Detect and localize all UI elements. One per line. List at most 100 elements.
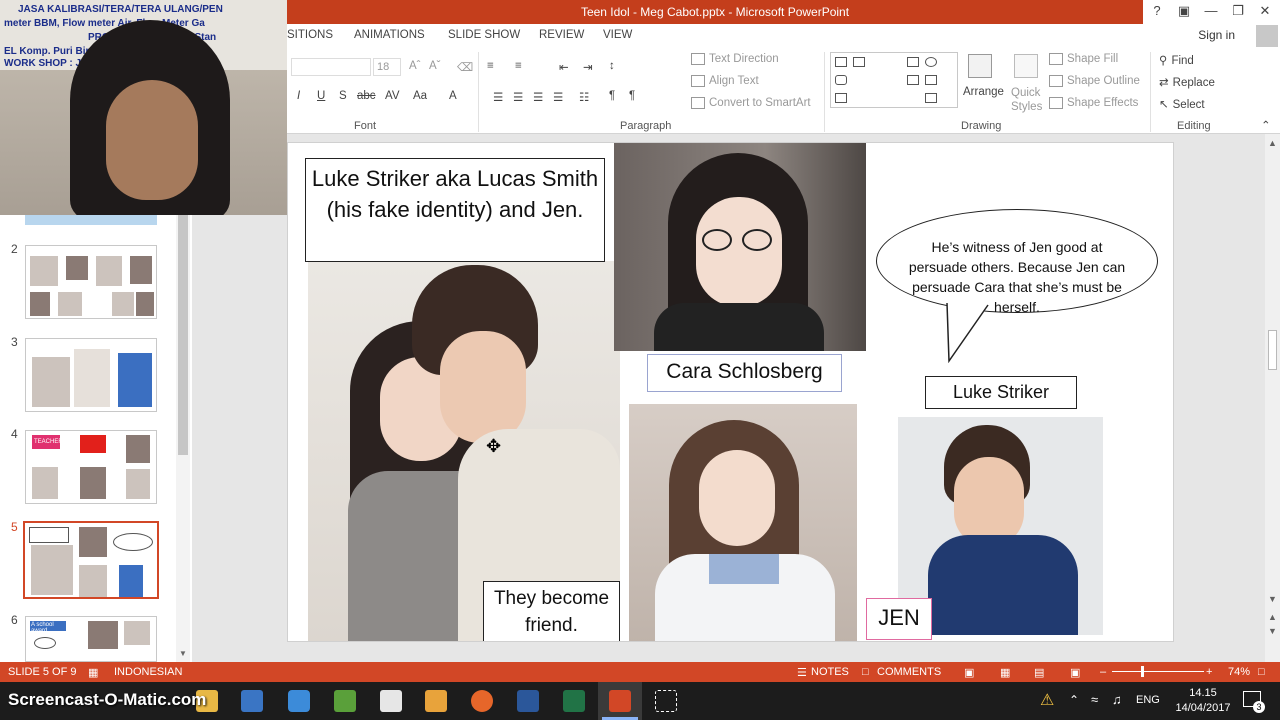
font-size-field[interactable]: 18 <box>373 58 401 76</box>
rectangle-shape-icon[interactable] <box>907 57 919 67</box>
slide-scrollbar[interactable]: ▲ ▼ ▲ ▼ <box>1265 134 1280 662</box>
tab-animations[interactable]: ANIMATIONS <box>354 29 425 41</box>
convert-smartart-button[interactable]: Convert to SmartArt <box>691 97 811 109</box>
cara-label[interactable]: Cara Schlosberg <box>647 354 842 392</box>
align-center-icon[interactable]: ☰ <box>513 90 523 104</box>
minimize-button[interactable]: — <box>1199 3 1223 18</box>
font-name-field[interactable] <box>291 58 371 76</box>
clock[interactable]: 14.15 14/04/2017 <box>1168 686 1238 716</box>
previous-slide-icon[interactable]: ▲ <box>1268 612 1277 622</box>
bullets-icon[interactable]: ≡ <box>487 60 494 72</box>
zoom-slider-thumb[interactable] <box>1141 666 1144 677</box>
line-spacing-icon[interactable]: ↕ <box>609 60 615 72</box>
zoom-level[interactable]: 74% <box>1228 666 1250 678</box>
language-indicator[interactable]: INDONESIAN <box>114 666 182 678</box>
align-left-icon[interactable]: ☰ <box>493 90 503 104</box>
freeform-shape-icon[interactable] <box>835 93 847 103</box>
sign-in-link[interactable]: Sign in <box>1198 28 1235 42</box>
align-text-button[interactable]: Align Text <box>691 75 759 87</box>
title-text-box[interactable]: Luke Striker aka Lucas Smith (his fake i… <box>305 158 605 262</box>
wifi-icon[interactable]: ≈ <box>1091 692 1098 707</box>
close-button[interactable]: ✕ <box>1253 3 1277 19</box>
ltr-icon[interactable]: ¶ <box>609 90 615 102</box>
reading-view-icon[interactable]: ▤ <box>1034 666 1044 679</box>
slide-thumbnail-5-selected[interactable] <box>23 521 159 599</box>
align-right-icon[interactable]: ☰ <box>533 90 543 104</box>
strikethrough-button[interactable]: abc <box>357 90 376 102</box>
ribbon-display-options-icon[interactable]: ▣ <box>1172 3 1196 19</box>
vertical-textbox-icon[interactable] <box>853 57 865 67</box>
rtl-icon[interactable]: ¶ <box>629 90 635 102</box>
slide-thumbnail-6[interactable]: A school award <box>25 616 157 662</box>
shape-outline-button[interactable]: Shape Outline <box>1049 75 1140 87</box>
tab-transitions[interactable]: SITIONS <box>287 29 333 41</box>
increase-indent-icon[interactable]: ⇥ <box>583 60 593 74</box>
jen-photo[interactable] <box>629 404 857 641</box>
oval-shape-icon[interactable] <box>925 57 937 67</box>
star-shape-icon[interactable] <box>925 93 937 103</box>
word-icon[interactable] <box>517 690 539 712</box>
powerpoint-taskbar-active[interactable] <box>598 682 642 720</box>
snipping-tool-icon[interactable] <box>655 690 677 712</box>
media-player-icon[interactable] <box>425 690 447 712</box>
dropbox-icon[interactable] <box>288 690 310 712</box>
textbox-shape-icon[interactable] <box>835 57 847 67</box>
input-language[interactable]: ENG <box>1136 694 1160 706</box>
restore-button[interactable]: ❐ <box>1226 3 1250 19</box>
slide-thumbnail-3[interactable] <box>25 338 157 412</box>
right-arrow-shape-icon[interactable] <box>907 75 919 85</box>
italic-button[interactable]: I <box>297 90 300 102</box>
cara-photo[interactable] <box>614 143 866 351</box>
underline-button[interactable]: U <box>317 90 325 102</box>
slide-sorter-icon[interactable]: ▦ <box>1000 666 1010 679</box>
tab-review[interactable]: REVIEW <box>539 29 584 41</box>
decrease-indent-icon[interactable]: ⇤ <box>559 60 569 74</box>
user-avatar[interactable] <box>1256 25 1278 47</box>
find-button[interactable]: ⚲ Find <box>1159 53 1194 67</box>
luke-label[interactable]: Luke Striker <box>925 376 1077 409</box>
shape-fill-button[interactable]: Shape Fill <box>1049 53 1118 65</box>
jen-label[interactable]: JEN <box>866 598 932 640</box>
friend-text-box[interactable]: They become friend. <box>483 581 620 641</box>
zoom-out-icon[interactable]: – <box>1100 666 1106 678</box>
next-slide-icon[interactable]: ▼ <box>1268 626 1277 636</box>
app-icon[interactable] <box>334 690 356 712</box>
text-direction-button[interactable]: Text Direction <box>691 53 779 65</box>
slide-counter[interactable]: SLIDE 5 OF 9 <box>8 666 76 678</box>
show-hidden-icons[interactable]: ⌃ <box>1069 693 1079 707</box>
grow-font-icon[interactable]: Aˆ <box>409 60 421 72</box>
rounded-rect-icon[interactable] <box>835 75 847 85</box>
spelling-icon[interactable]: ▦ <box>88 666 98 679</box>
font-color-button[interactable]: A <box>449 90 457 102</box>
numbering-icon[interactable]: ≡ <box>515 60 522 72</box>
tab-slide-show[interactable]: SLIDE SHOW <box>448 29 520 41</box>
slide-scroll-thumb[interactable] <box>1268 330 1277 370</box>
scroll-down-icon[interactable]: ▼ <box>1268 594 1277 604</box>
quick-styles-button[interactable]: Quick Styles <box>1011 86 1042 114</box>
excel-icon[interactable] <box>563 690 585 712</box>
change-case-button[interactable]: Aa <box>413 90 427 102</box>
thumbnail-partial[interactable] <box>25 215 157 225</box>
firefox-icon[interactable] <box>471 690 493 712</box>
shape-effects-button[interactable]: Shape Effects <box>1049 97 1138 109</box>
camera-icon[interactable] <box>380 690 402 712</box>
thumbnails-scroll-thumb[interactable] <box>178 215 188 455</box>
clear-format-icon[interactable]: ⌫ <box>457 60 473 74</box>
store-icon[interactable] <box>241 690 263 712</box>
zoom-in-icon[interactable]: + <box>1206 666 1212 678</box>
zoom-slider[interactable] <box>1112 671 1204 672</box>
help-button[interactable]: ? <box>1145 3 1169 18</box>
collapse-ribbon-icon[interactable]: ⌃ <box>1261 118 1271 132</box>
select-button[interactable]: ↖ Select <box>1159 97 1205 111</box>
tab-view[interactable]: VIEW <box>603 29 632 41</box>
comments-button[interactable]: COMMENTS <box>877 666 941 678</box>
normal-view-icon[interactable]: ▣ <box>964 666 974 679</box>
warning-icon[interactable]: ⚠ <box>1040 690 1054 710</box>
volume-icon[interactable]: ♫ <box>1112 692 1122 707</box>
scroll-down-icon[interactable]: ▼ <box>179 649 187 658</box>
shadow-button[interactable]: S <box>339 90 347 102</box>
shapes-gallery[interactable] <box>830 52 958 108</box>
columns-icon[interactable]: ☷ <box>579 90 589 104</box>
slide-thumbnail-2[interactable] <box>25 245 157 319</box>
slide-thumbnail-4[interactable]: TEACHER <box>25 430 157 504</box>
